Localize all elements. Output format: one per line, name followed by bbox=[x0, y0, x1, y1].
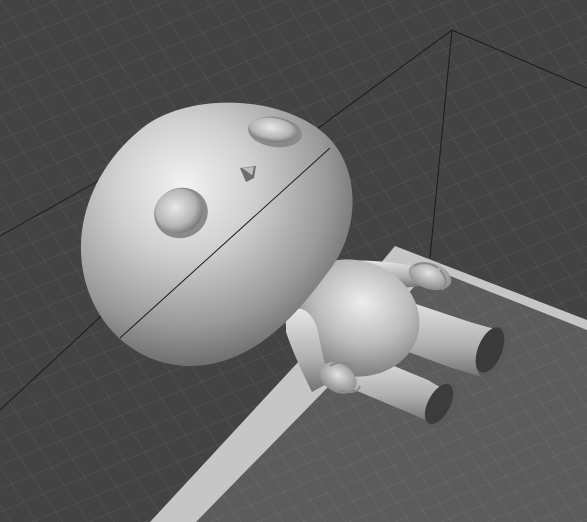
3d-viewport[interactable] bbox=[0, 0, 587, 522]
viewport-canvas[interactable] bbox=[0, 0, 587, 522]
